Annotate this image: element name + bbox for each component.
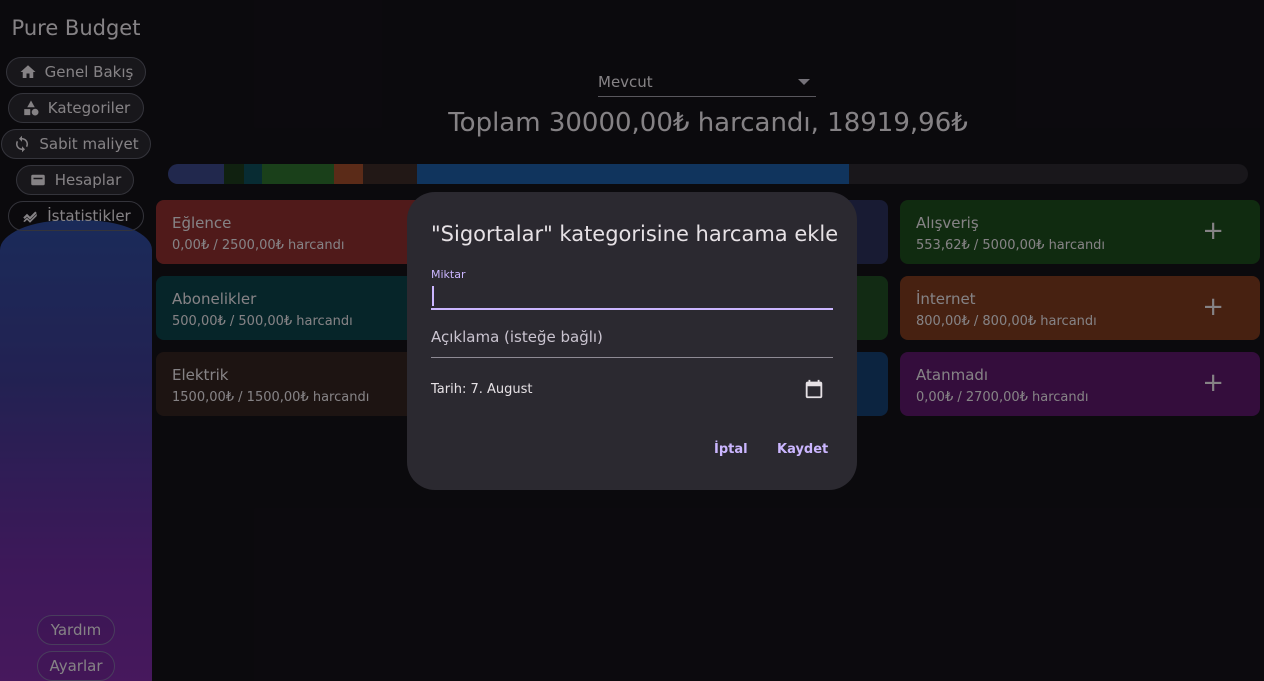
save-button[interactable]: Kaydet xyxy=(777,442,828,457)
description-input[interactable]: Açıklama (isteğe bağlı) xyxy=(431,322,833,358)
cancel-button[interactable]: İptal xyxy=(714,442,748,457)
dialog-title: "Sigortalar" kategorisine harcama ekle xyxy=(431,222,839,246)
date-text: Tarih: 7. August xyxy=(431,382,533,397)
amount-input[interactable] xyxy=(431,282,833,310)
text-caret xyxy=(432,286,434,306)
add-expense-dialog: "Sigortalar" kategorisine harcama ekle M… xyxy=(407,192,857,490)
calendar-icon[interactable] xyxy=(803,378,825,400)
amount-label: Miktar xyxy=(431,268,466,281)
